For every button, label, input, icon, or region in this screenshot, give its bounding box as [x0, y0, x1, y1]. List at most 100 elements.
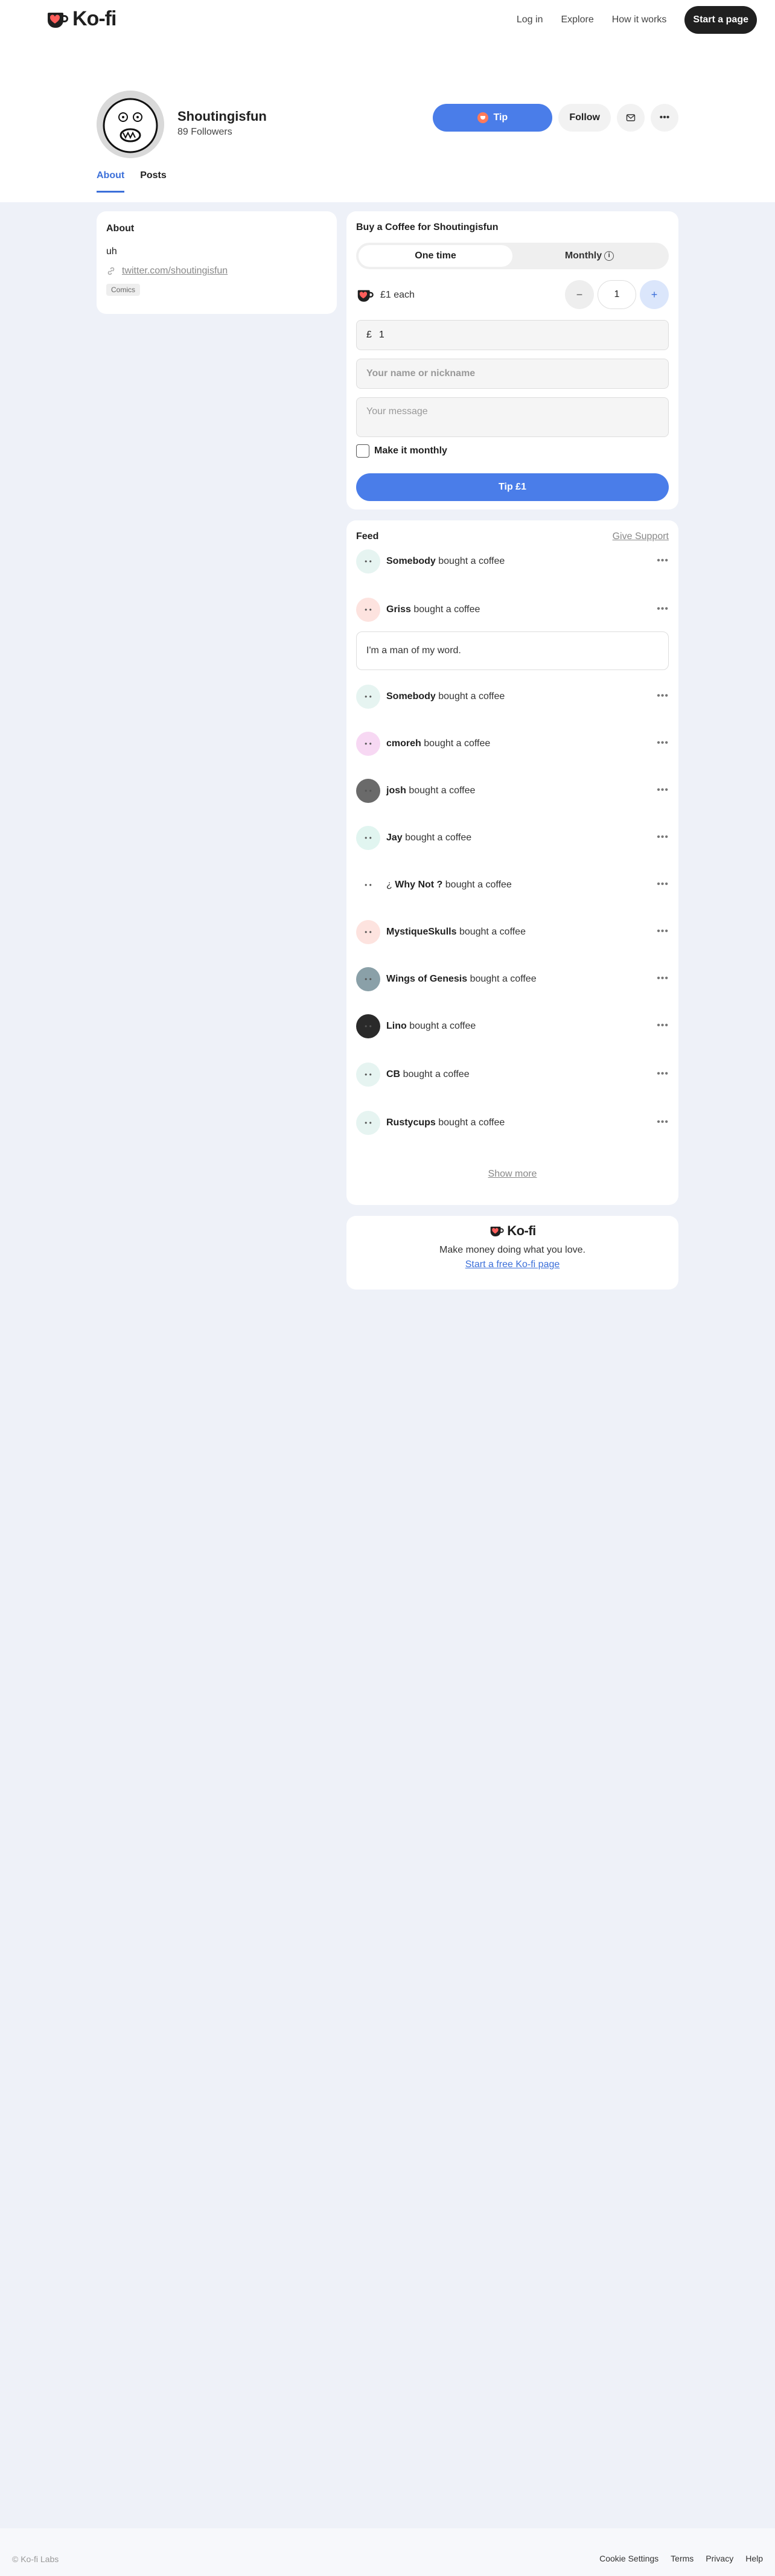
supporter-avatar: • • — [356, 685, 380, 709]
terms-link[interactable]: Terms — [671, 2554, 694, 2563]
feed-card: Feed Give Support • • Somebody bought a c… — [346, 520, 678, 1205]
feed-action: bought a coffee — [409, 785, 476, 796]
feed-item-text: cmoreh bought a coffee — [386, 738, 490, 749]
start-page-button[interactable]: Start a page — [684, 6, 757, 34]
kofi-logo[interactable]: Ko-fi — [46, 7, 116, 31]
feed-item-text: Rustycups bought a coffee — [386, 1117, 505, 1128]
feed-header: Feed Give Support — [356, 531, 669, 542]
price-each-text: £1 each — [380, 290, 415, 300]
feed-item-more-icon[interactable]: ••• — [657, 1020, 669, 1031]
feed-item: • • Somebody bought a coffee ••• — [356, 549, 669, 574]
feed-item-more-icon[interactable]: ••• — [657, 604, 669, 615]
feed-item-more-icon[interactable]: ••• — [657, 1069, 669, 1079]
monthly-option-label: Monthly — [564, 251, 602, 261]
feed-item-more-icon[interactable]: ••• — [657, 738, 669, 749]
supporter-name[interactable]: MystiqueSkulls — [386, 927, 456, 937]
feed-action: bought a coffee — [445, 880, 512, 890]
checkbox-box[interactable] — [356, 444, 369, 458]
decrease-quantity-button[interactable]: − — [565, 280, 594, 309]
message-input[interactable]: Your message — [356, 397, 669, 437]
feed-action: bought a coffee — [470, 974, 537, 984]
cookie-settings-link[interactable]: Cookie Settings — [599, 2554, 659, 2563]
amount-value: 1 — [378, 330, 384, 340]
feed-item-more-icon[interactable]: ••• — [657, 555, 669, 566]
supporter-avatar: • • — [356, 598, 380, 622]
supporter-avatar: • • — [356, 920, 380, 944]
help-link[interactable]: Help — [745, 2554, 763, 2563]
message-button[interactable] — [617, 104, 645, 132]
about-card: About uh twitter.com/shoutingisfun Comic… — [97, 211, 337, 314]
feed-item: • • cmoreh bought a coffee ••• — [356, 732, 669, 756]
supporter-name[interactable]: Rustycups — [386, 1117, 436, 1128]
supporter-name[interactable]: Lino — [386, 1021, 407, 1031]
avatar — [97, 91, 164, 158]
footer: © Ko-fi Labs Cookie Settings Terms Priva… — [0, 2528, 775, 2576]
feed-item-prefix: ¿ — [386, 880, 392, 890]
supporter-name[interactable]: cmoreh — [386, 738, 421, 749]
supporter-name[interactable]: Griss — [386, 604, 411, 615]
promo-logo-text: Ko-fi — [507, 1223, 536, 1238]
name-input[interactable]: Your name or nickname — [356, 359, 669, 389]
supporter-name[interactable]: Jay — [386, 833, 403, 843]
tip-button[interactable]: Tip — [433, 104, 553, 132]
make-monthly-checkbox[interactable]: Make it monthly — [356, 444, 447, 458]
kofi-cup-icon — [357, 290, 374, 302]
follow-button[interactable]: Follow — [558, 104, 611, 132]
amount-field[interactable]: £ 1 — [356, 320, 669, 350]
tab-about[interactable]: About — [97, 170, 125, 193]
quantity-input[interactable]: 1 — [598, 280, 636, 309]
feed-item: • • Wings of Genesis bought a coffee ••• — [356, 967, 669, 991]
buy-title: Buy a Coffee for Shoutingisfun — [356, 222, 499, 232]
feed-item-more-icon[interactable]: ••• — [657, 926, 669, 937]
one-time-option[interactable]: One time — [359, 245, 512, 267]
profile-tabs: About Posts — [97, 170, 167, 193]
feed-item-text: josh bought a coffee — [386, 785, 475, 796]
feed-item: • • Jay bought a coffee ••• — [356, 826, 669, 850]
supporter-message: I'm a man of my word. — [356, 631, 669, 670]
how-it-works-link[interactable]: How it works — [612, 14, 667, 25]
profile-actions: Tip Follow ••• — [433, 104, 678, 132]
login-link[interactable]: Log in — [517, 14, 543, 25]
currency-symbol: £ — [366, 330, 372, 340]
submit-tip-button[interactable]: Tip £1 — [356, 473, 669, 501]
explore-link[interactable]: Explore — [561, 14, 593, 25]
supporter-name[interactable]: josh — [386, 785, 406, 796]
promo-card: Ko-fi Make money doing what you love. St… — [346, 1216, 678, 1290]
more-options-button[interactable]: ••• — [651, 104, 678, 132]
feed-action: bought a coffee — [405, 833, 472, 843]
category-tag[interactable]: Comics — [106, 284, 141, 296]
supporter-avatar: • • — [356, 1111, 380, 1135]
supporter-name[interactable]: Somebody — [386, 691, 436, 702]
info-icon[interactable]: i — [604, 251, 614, 261]
social-link[interactable]: twitter.com/shoutingisfun — [106, 266, 327, 276]
feed-item: • • Rustycups bought a coffee ••• — [356, 1111, 669, 1135]
supporter-name[interactable]: Somebody — [386, 556, 436, 566]
supporter-name[interactable]: Wings of Genesis — [386, 974, 467, 984]
feed-item-text: Lino bought a coffee — [386, 1021, 476, 1032]
show-more-link[interactable]: Show more — [346, 1169, 678, 1180]
feed-item-text: ¿ Why Not ? bought a coffee — [386, 880, 512, 890]
feed-item-more-icon[interactable]: ••• — [657, 832, 669, 843]
privacy-link[interactable]: Privacy — [706, 2554, 733, 2563]
tab-posts[interactable]: Posts — [140, 170, 167, 193]
make-monthly-label: Make it monthly — [374, 446, 447, 456]
supporter-avatar: • • — [356, 779, 380, 803]
feed-item-text: Griss bought a coffee — [386, 604, 480, 615]
feed-item-more-icon[interactable]: ••• — [657, 785, 669, 796]
feed-item-more-icon[interactable]: ••• — [657, 973, 669, 984]
monthly-option[interactable]: Monthly i — [512, 245, 666, 267]
give-support-link[interactable]: Give Support — [613, 531, 669, 542]
supporter-name[interactable]: Why Not ? — [395, 880, 442, 890]
supporter-name[interactable]: CB — [386, 1069, 400, 1079]
feed-item-more-icon[interactable]: ••• — [657, 879, 669, 890]
increase-quantity-button[interactable]: + — [640, 280, 669, 309]
feed-item-more-icon[interactable]: ••• — [657, 691, 669, 702]
copyright: © Ko-fi Labs — [12, 2554, 59, 2564]
quantity-stepper: − 1 + — [565, 280, 669, 309]
feed-item-text: Jay bought a coffee — [386, 833, 471, 843]
feed-item-more-icon[interactable]: ••• — [657, 1117, 669, 1128]
footer-links: Cookie Settings Terms Privacy Help — [599, 2554, 763, 2563]
start-free-page-link[interactable]: Start a free Ko-fi page — [465, 1259, 560, 1270]
logo-text: Ko-fi — [72, 7, 116, 30]
feed-action: bought a coffee — [459, 927, 526, 937]
